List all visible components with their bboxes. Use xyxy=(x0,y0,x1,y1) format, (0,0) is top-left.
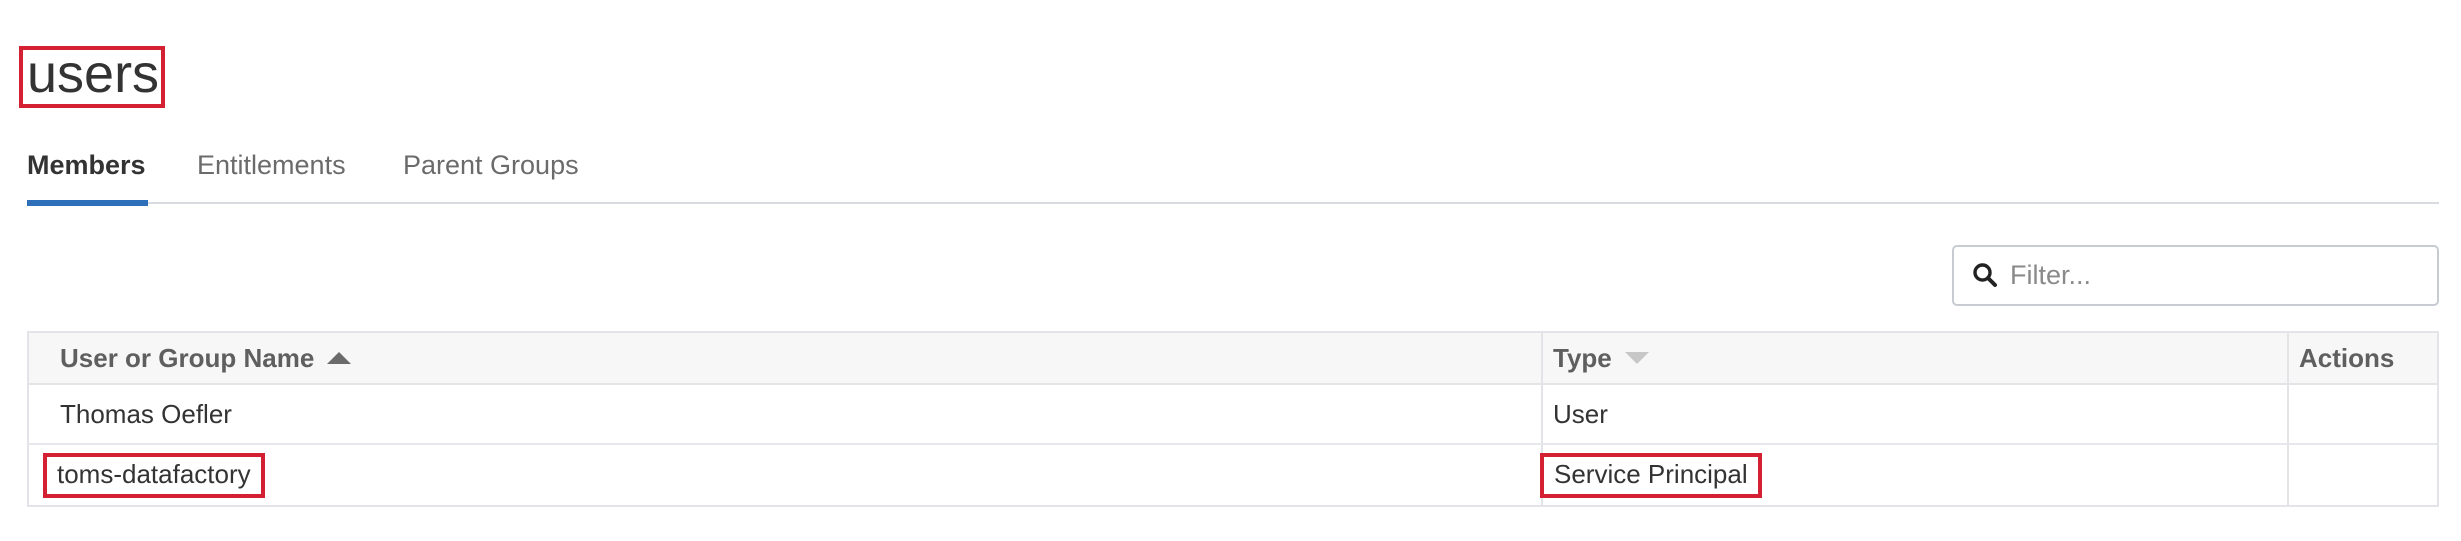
tab-bar: Members Entitlements Parent Groups xyxy=(27,140,2439,206)
search-icon xyxy=(1973,263,1997,287)
column-header-actions: Actions xyxy=(2287,333,2437,383)
tab-parent-groups-label: Parent Groups xyxy=(403,150,579,180)
sort-descending-icon xyxy=(1624,352,1649,364)
member-type: User xyxy=(1553,398,1608,429)
group-details-page: users Members Entitlements Parent Groups… xyxy=(0,0,2461,541)
member-actions-cell xyxy=(2287,385,2437,443)
member-actions-cell xyxy=(2287,445,2437,505)
member-name: Thomas Oefler xyxy=(60,398,232,429)
tab-entitlements-label: Entitlements xyxy=(197,150,346,180)
member-name-highlight: toms-datafactory xyxy=(43,452,265,498)
filter-box[interactable] xyxy=(1952,245,2439,306)
column-header-type-label: Type xyxy=(1553,342,1612,373)
member-name-cell: Thomas Oefler xyxy=(29,385,1541,443)
table-row: Thomas Oefler User xyxy=(29,385,2437,445)
column-header-actions-label: Actions xyxy=(2299,342,2395,373)
active-tab-indicator xyxy=(27,200,148,206)
member-name-cell: toms-datafactory xyxy=(29,445,1541,505)
tab-entitlements[interactable]: Entitlements xyxy=(197,140,346,204)
sort-ascending-icon xyxy=(327,352,352,364)
filter-input[interactable] xyxy=(2010,247,2430,304)
member-type-cell: User xyxy=(1541,385,2287,443)
table-header-row: User or Group Name Type Actions xyxy=(29,333,2437,385)
column-header-name-label: User or Group Name xyxy=(60,342,315,373)
member-type-highlight: Service Principal xyxy=(1540,452,1762,498)
column-header-name[interactable]: User or Group Name xyxy=(29,333,1541,383)
page-title: users xyxy=(27,44,160,104)
members-table: User or Group Name Type Actions Thomas O… xyxy=(27,331,2439,507)
tab-members[interactable]: Members xyxy=(27,140,148,206)
column-header-type[interactable]: Type xyxy=(1541,333,2287,383)
table-row: toms-datafactory Service Principal xyxy=(29,445,2437,505)
member-name: toms-datafactory xyxy=(57,458,251,489)
tab-members-label: Members xyxy=(27,150,146,180)
tab-parent-groups[interactable]: Parent Groups xyxy=(403,140,579,204)
member-type: Service Principal xyxy=(1554,458,1748,489)
member-type-cell: Service Principal xyxy=(1540,445,2287,505)
